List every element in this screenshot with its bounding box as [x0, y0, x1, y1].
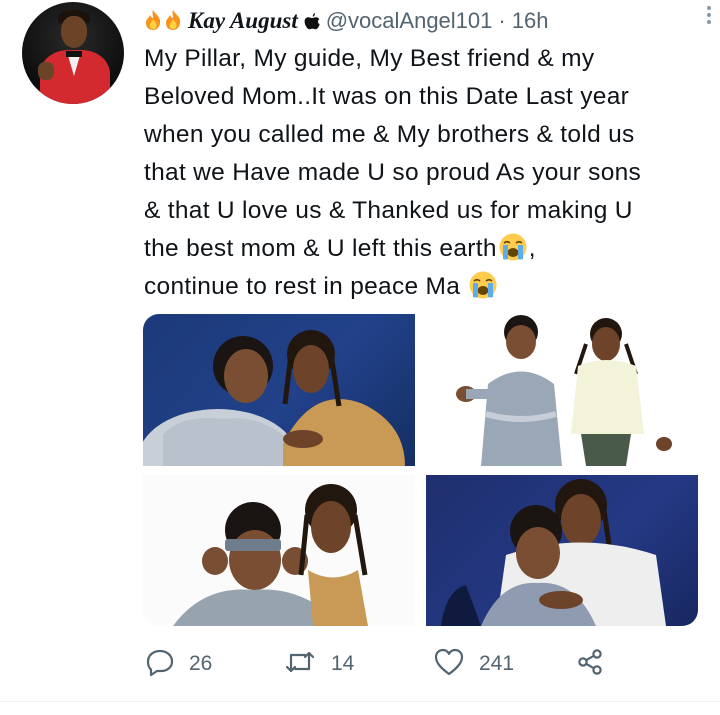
photo-3[interactable] [143, 475, 415, 626]
text-line: the best mom & U left this earth [144, 235, 497, 262]
photo-4[interactable] [426, 475, 698, 626]
tweet[interactable]: Kay August @vocalAngel101 · 16h My Pilla… [0, 0, 720, 715]
author-handle[interactable]: @vocalAngel101 [326, 8, 493, 34]
author-name[interactable]: Kay August [188, 8, 298, 34]
share-icon [575, 647, 605, 682]
text-line: Beloved Mom..It was on this Date Last ye… [144, 83, 630, 110]
text-line: My Pillar, My guide, My Best friend & my [144, 45, 595, 72]
more-options-icon[interactable] [706, 4, 712, 26]
tweet-header: Kay August @vocalAngel101 · 16h [144, 6, 700, 36]
text-punctuation: , [528, 235, 536, 262]
reply-count: 26 [189, 652, 213, 675]
crying-face-icon [498, 232, 528, 262]
fire-icon [144, 9, 162, 31]
fire-icon [164, 9, 182, 31]
text-line: when you called me & My brothers & told … [144, 121, 635, 148]
crying-face-icon [468, 270, 498, 300]
apple-icon [304, 11, 320, 30]
photo-1[interactable] [143, 314, 415, 466]
tweet-timestamp[interactable]: 16h [512, 8, 549, 34]
divider [0, 701, 720, 702]
retweet-icon [283, 647, 317, 682]
media-grid [143, 314, 698, 626]
heart-icon [433, 647, 465, 682]
share-button[interactable] [575, 646, 605, 682]
avatar[interactable] [22, 2, 124, 104]
like-count: 241 [479, 652, 515, 675]
text-line: continue to rest in peace Ma [144, 273, 461, 300]
tweet-text: My Pillar, My guide, My Best friend & my… [144, 40, 710, 306]
tweet-actions: 26 14 241 [145, 646, 625, 682]
retweet-count: 14 [331, 652, 355, 675]
like-button[interactable]: 241 [433, 646, 514, 682]
reply-button[interactable]: 26 [145, 646, 212, 682]
photo-2[interactable] [426, 314, 698, 466]
retweet-button[interactable]: 14 [283, 646, 354, 682]
separator-dot: · [498, 8, 506, 33]
text-line: that we Have made U so proud As your son… [144, 159, 642, 186]
reply-icon [145, 647, 175, 682]
text-line: & that U love us & Thanked us for making… [144, 197, 633, 224]
